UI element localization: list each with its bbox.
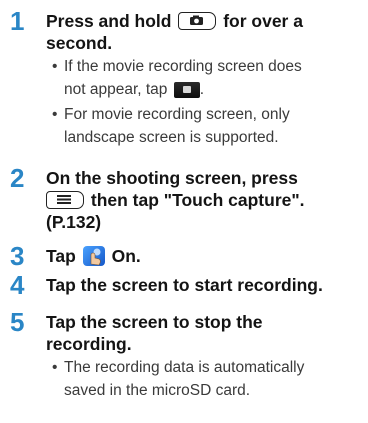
bullet-text: For movie recording screen, only bbox=[64, 106, 290, 123]
bullet-item: • For movie recording screen, only lands… bbox=[52, 104, 364, 149]
bullet-item: • If the movie recording screen does not… bbox=[52, 56, 364, 101]
step-number: 3 bbox=[10, 241, 25, 271]
step-text: for over a bbox=[223, 11, 303, 31]
step-text: recording. bbox=[46, 334, 132, 354]
step-text: (P.132) bbox=[46, 212, 102, 232]
step-instruction: Tap the screen to stop the recording. bbox=[46, 311, 362, 355]
step-number: 4 bbox=[10, 270, 25, 300]
bullet-text: If the movie recording screen does bbox=[64, 58, 302, 75]
step-number: 2 bbox=[10, 163, 25, 193]
camera-key-icon bbox=[178, 12, 217, 30]
menu-key-icon bbox=[46, 191, 84, 209]
step-instruction: Tap On. bbox=[46, 245, 362, 267]
bullet-text: saved in the microSD card. bbox=[64, 381, 251, 399]
step-number: 5 bbox=[10, 307, 25, 337]
bullet-text: The recording data is automatically bbox=[64, 359, 305, 376]
step-text: Press and hold bbox=[46, 11, 172, 31]
bullet-marker: • bbox=[52, 58, 58, 75]
step-text: then tap "Touch capture". bbox=[90, 190, 305, 210]
bullet-text: not appear, tap bbox=[64, 80, 168, 98]
step-text: On the shooting screen, press bbox=[46, 168, 298, 188]
step-instruction: Press and hold for over a second. bbox=[46, 10, 362, 54]
bullet-item: • The recording data is automatically sa… bbox=[52, 357, 364, 402]
bullet-marker: • bbox=[52, 359, 58, 376]
step-instruction: On the shooting screen, press then tap "… bbox=[46, 167, 362, 233]
bullet-marker: • bbox=[52, 106, 58, 123]
step-text: Tap the screen to stop the bbox=[46, 312, 263, 332]
step-instruction: Tap the screen to start recording. bbox=[46, 275, 323, 295]
step-number: 1 bbox=[10, 6, 25, 36]
step-text: Tap bbox=[46, 246, 76, 266]
step-text: On. bbox=[111, 246, 141, 266]
step-text: second. bbox=[46, 33, 113, 53]
bullet-text: landscape screen is supported. bbox=[64, 128, 279, 146]
touch-capture-icon bbox=[82, 246, 105, 266]
movie-record-icon bbox=[173, 81, 200, 98]
